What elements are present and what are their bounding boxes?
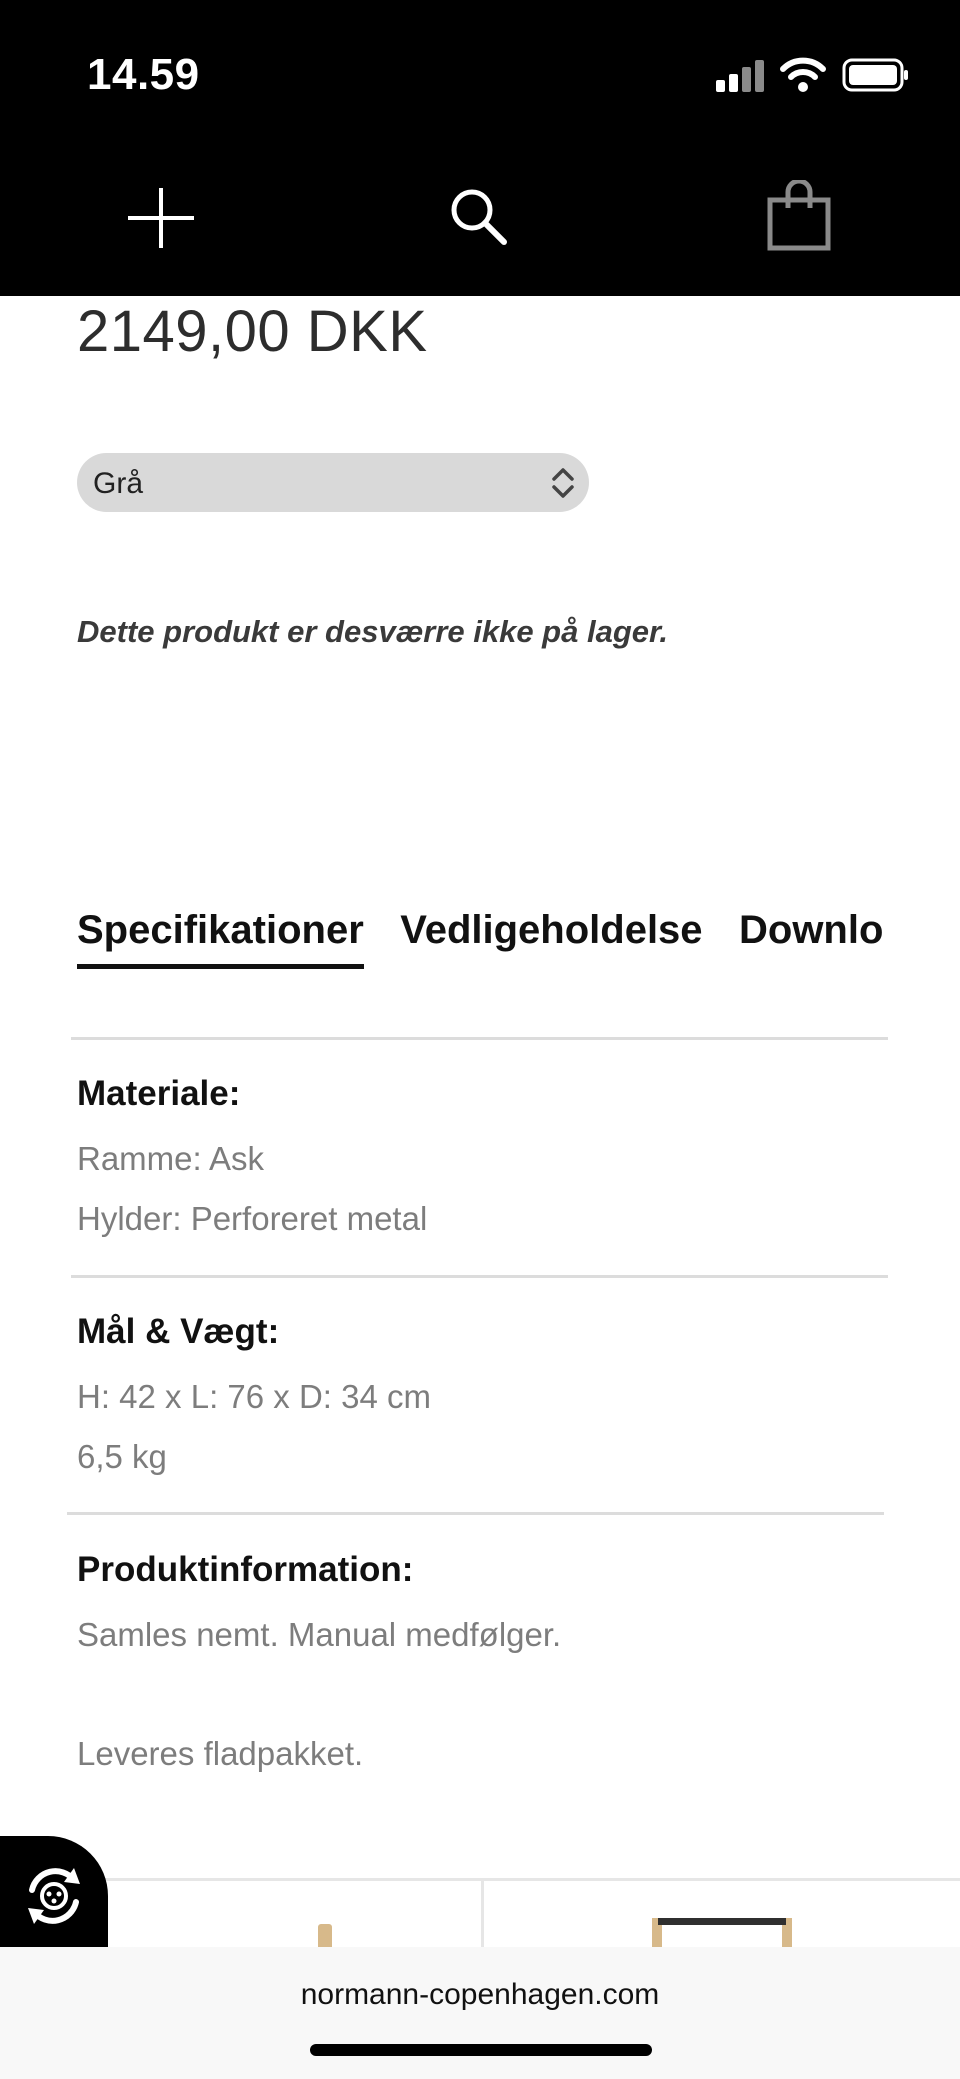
divider: [71, 1037, 888, 1040]
spec-line: Ramme: Ask: [77, 1140, 265, 1177]
battery-icon: [842, 58, 908, 92]
spec-line: 6,5 kg: [77, 1438, 167, 1475]
product-info-tabs: Specifikationer Vedligeholdelse Download: [77, 908, 883, 980]
wifi-icon: [780, 57, 826, 92]
out-of-stock-note: Dette produkt er desværre ikke på lager.: [77, 614, 668, 649]
spec-line: Samles nemt. Manual medfølger.: [77, 1616, 562, 1653]
spec-line: Hylder: Perforeret metal: [77, 1200, 428, 1237]
spec-title-produktinformation: Produktinformation:: [77, 1550, 414, 1589]
tab-vedligeholdelse[interactable]: Vedligeholdelse: [400, 908, 702, 975]
related-products-strip[interactable]: [0, 1878, 960, 1948]
divider: [71, 1275, 888, 1278]
tab-download[interactable]: Download: [739, 908, 883, 975]
home-indicator: [310, 2044, 652, 2056]
spec-line: Leveres fladpakket.: [77, 1735, 364, 1772]
spec-title-maal-vaegt: Mål & Vægt:: [77, 1312, 280, 1351]
chat-support-icon: [28, 1868, 80, 1924]
product-thumbnail[interactable]: [652, 1918, 792, 1950]
color-select[interactable]: Grå: [77, 453, 589, 512]
floating-chat-button[interactable]: [0, 1836, 108, 1950]
menu-icon[interactable]: [128, 188, 194, 248]
shopping-bag-icon[interactable]: [766, 180, 832, 252]
divider: [481, 1880, 484, 1950]
status-time: 14.59: [87, 50, 200, 99]
spec-line: H: 42 x L: 76 x D: 34 cm: [77, 1378, 431, 1415]
product-price: 2149,00 DKK: [77, 299, 428, 364]
divider: [67, 1512, 884, 1515]
url-text[interactable]: normann-copenhagen.com: [0, 1978, 960, 2012]
select-value: Grå: [93, 467, 144, 500]
tab-specifikationer[interactable]: Specifikationer: [77, 908, 364, 975]
chevron-up-down-icon: [552, 468, 574, 498]
spec-title-materiale: Materiale:: [77, 1074, 241, 1113]
cellular-signal-icon: [716, 60, 766, 92]
search-icon[interactable]: [448, 186, 510, 248]
browser-url-bar[interactable]: [0, 1947, 960, 2079]
top-bar: 14.59: [0, 0, 960, 296]
